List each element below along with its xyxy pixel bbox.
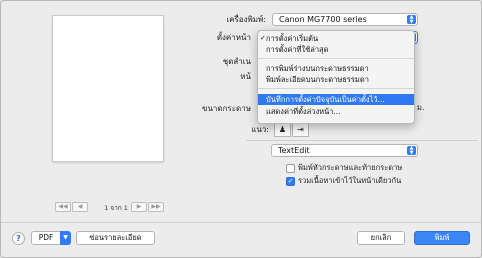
- menu-item-draft-plain[interactable]: การพิมพ์ร่างบนกระดาษธรรมดา: [258, 63, 414, 74]
- paper-size-label-partial: ขนาดกระดาษ: [201, 104, 251, 113]
- page-preview: [52, 15, 164, 162]
- app-section-value: TextEdit: [278, 146, 310, 155]
- pdf-button[interactable]: PDF: [31, 231, 61, 245]
- portrait-orientation-icon[interactable]: ♟: [274, 122, 291, 137]
- print-dialog: ◀◀ ◀ 1 จาก 1 ▶ ▶▶ เครื่องพิมพ์: Canon MG…: [0, 0, 482, 258]
- menu-separator: [258, 58, 414, 59]
- header-footer-label: พิมพ์หัวกระดาษและท้ายกระดาษ: [298, 163, 403, 172]
- header-footer-checkbox[interactable]: [286, 164, 295, 173]
- checkmark-icon: ✓: [260, 34, 266, 42]
- printer-popup[interactable]: Canon MG7700 series ▲ ▼: [272, 13, 418, 26]
- bottom-divider: [1, 222, 481, 223]
- menu-item-show-presets[interactable]: แสดงค่าที่ตั้งล่วงหน้า...: [258, 106, 414, 117]
- menu-separator: [258, 88, 414, 89]
- popup-arrows-icon: ▲▼: [407, 146, 416, 155]
- presets-label-partial-2: หน้: [240, 72, 251, 81]
- paper-size-suffix: ม.: [417, 103, 425, 112]
- orientation-label: แนว:: [251, 125, 269, 134]
- rewrap-contents-label: รวมเนื้อหาเข้าไว้ในหน้าเดียวกัน: [298, 176, 402, 185]
- previous-page-button[interactable]: ◀: [72, 202, 88, 212]
- page-indicator: 1 จาก 1: [104, 204, 128, 212]
- print-button[interactable]: พิมพ์: [414, 231, 470, 245]
- page-setup-menu: ✓ การตั้งค่าเริ่มต้น การตั้งค่าที่ใช้ล่า…: [257, 30, 415, 124]
- menu-item-save-preset[interactable]: บันทึกการตั้งค่าปัจจุบันเป็นค่าตั้งไว้..…: [258, 94, 414, 105]
- menu-item-last-used[interactable]: การตั้งค่าที่ใช้ล่าสุด: [258, 44, 414, 55]
- help-button[interactable]: ?: [12, 232, 25, 245]
- printer-label: เครื่องพิมพ์:: [226, 15, 266, 24]
- next-page-button[interactable]: ▶: [131, 202, 147, 212]
- last-page-button[interactable]: ▶▶: [148, 202, 164, 212]
- menu-item-fine-plain[interactable]: พิมพ์ละเอียดบนกระดาษธรรมดา: [258, 74, 414, 85]
- section-divider: [246, 140, 478, 141]
- cancel-button[interactable]: ยกเลิก: [357, 231, 405, 245]
- app-section-popup[interactable]: TextEdit ▲ ▼: [271, 144, 418, 157]
- hide-details-button[interactable]: ซ่อนรายละเอียด: [76, 231, 155, 245]
- page-setup-label: ตั้งค่าหน้า: [216, 33, 251, 42]
- menu-item-default[interactable]: ✓ การตั้งค่าเริ่มต้น: [258, 33, 414, 44]
- presets-label-partial: ชุดสำเน: [222, 57, 251, 66]
- popup-arrows-icon: ▲▼: [407, 15, 416, 24]
- first-page-button[interactable]: ◀◀: [55, 202, 71, 212]
- landscape-orientation-icon[interactable]: ⇥: [292, 122, 309, 137]
- printer-value: Canon MG7700 series: [279, 15, 367, 24]
- chevron-down-icon[interactable]: ▼: [60, 231, 71, 245]
- rewrap-contents-checkbox[interactable]: ✓: [286, 177, 295, 186]
